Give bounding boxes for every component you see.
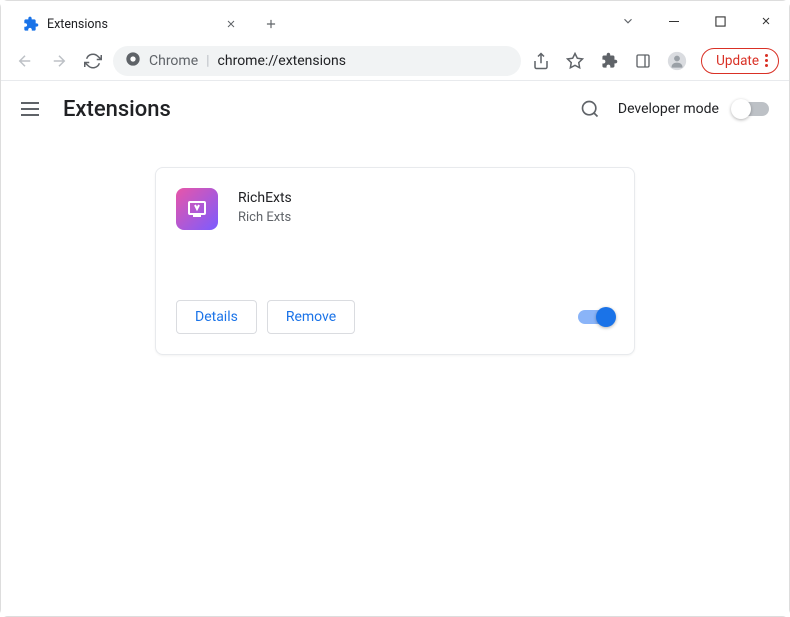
page-header: Extensions Developer mode bbox=[1, 81, 789, 137]
new-tab-button[interactable] bbox=[257, 10, 285, 38]
remove-button[interactable]: Remove bbox=[267, 300, 355, 334]
update-button[interactable]: Update bbox=[701, 48, 779, 74]
extensions-list: RichExts Rich Exts Details Remove bbox=[1, 137, 789, 385]
extension-card: RichExts Rich Exts Details Remove bbox=[155, 167, 635, 355]
developer-mode-label: Developer mode bbox=[618, 101, 719, 117]
extension-enable-toggle[interactable] bbox=[578, 310, 614, 324]
browser-tab[interactable]: Extensions bbox=[11, 7, 251, 41]
tab-title: Extensions bbox=[47, 17, 215, 32]
url-text: chrome://extensions bbox=[218, 53, 346, 69]
menu-dots-icon bbox=[765, 54, 768, 67]
bookmark-star-icon[interactable] bbox=[561, 47, 589, 75]
side-panel-icon[interactable] bbox=[629, 47, 657, 75]
extension-name: RichExts bbox=[238, 190, 292, 206]
extensions-puzzle-icon[interactable] bbox=[595, 47, 623, 75]
browser-toolbar: Chrome | chrome://extensions Update bbox=[1, 41, 789, 81]
window-controls bbox=[605, 1, 789, 41]
page-content: Extensions Developer mode RichExts Rich … bbox=[1, 81, 789, 616]
update-label: Update bbox=[716, 53, 759, 69]
extension-icon bbox=[176, 188, 218, 230]
url-scheme: Chrome bbox=[149, 53, 198, 69]
minimize-button[interactable] bbox=[651, 1, 697, 41]
extension-puzzle-icon bbox=[23, 16, 39, 32]
search-icon[interactable] bbox=[576, 95, 604, 123]
extension-description: Rich Exts bbox=[238, 210, 292, 225]
developer-mode-toggle[interactable] bbox=[733, 102, 769, 116]
page-title: Extensions bbox=[63, 97, 171, 122]
maximize-button[interactable] bbox=[697, 1, 743, 41]
share-icon[interactable] bbox=[527, 47, 555, 75]
close-tab-icon[interactable] bbox=[223, 16, 239, 32]
reload-button[interactable] bbox=[79, 47, 107, 75]
back-button[interactable] bbox=[11, 47, 39, 75]
chrome-logo-icon bbox=[125, 51, 141, 71]
details-button[interactable]: Details bbox=[176, 300, 257, 334]
address-bar[interactable]: Chrome | chrome://extensions bbox=[113, 46, 521, 76]
tab-search-button[interactable] bbox=[605, 1, 651, 41]
forward-button[interactable] bbox=[45, 47, 73, 75]
close-window-button[interactable] bbox=[743, 1, 789, 41]
hamburger-menu-icon[interactable] bbox=[21, 97, 45, 121]
url-divider: | bbox=[206, 53, 209, 69]
profile-avatar-icon[interactable] bbox=[663, 47, 691, 75]
